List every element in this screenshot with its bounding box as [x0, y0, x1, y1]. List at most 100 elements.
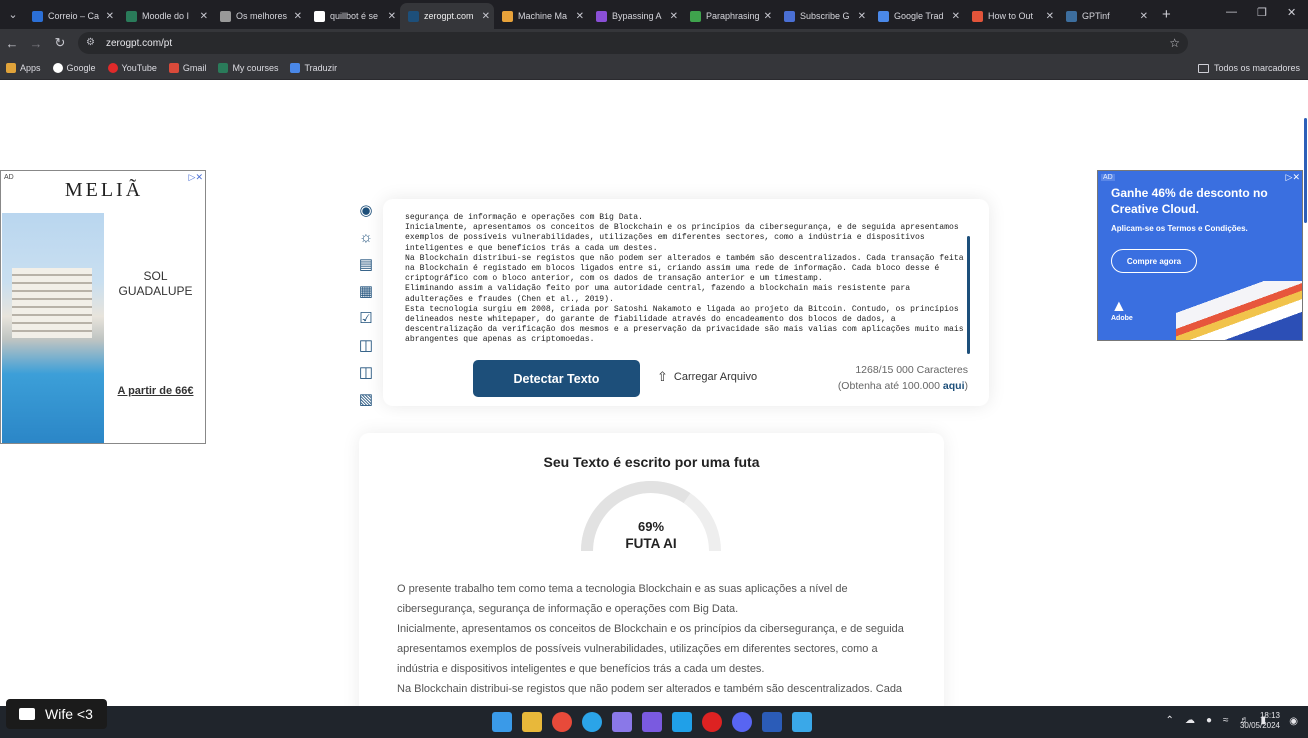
tab-close-icon[interactable]: ✕ — [1140, 11, 1148, 22]
browser-tab[interactable]: Paraphrasing ✕ — [682, 3, 776, 29]
back-icon[interactable]: ← — [0, 36, 24, 51]
tab-favicon-icon — [878, 10, 889, 22]
teams-icon[interactable] — [642, 712, 662, 732]
all-bookmarks[interactable]: Todos os marcadores — [1197, 63, 1300, 73]
forward-icon[interactable]: → — [24, 36, 48, 51]
bookmark-google[interactable]: Google — [52, 63, 96, 73]
tab-close-icon[interactable]: ✕ — [294, 11, 302, 22]
chat-notification[interactable]: Wife <3 — [6, 699, 107, 729]
grammar-icon[interactable]: ▧ — [356, 389, 376, 409]
tab-close-icon[interactable]: ✕ — [764, 11, 772, 22]
tab-close-icon[interactable]: ✕ — [858, 11, 866, 22]
browser-tab[interactable]: Machine Ma ✕ — [494, 3, 588, 29]
browser-tab[interactable]: Bypassing A ✕ — [588, 3, 682, 29]
tab-list: Correio – Ca ✕ Moodle do I ✕ Os melhores ✕ qui… — [24, 0, 1152, 29]
result-highlighted-text: O presente trabalho tem como tema a tecn… — [397, 579, 917, 699]
tab-label: Subscribe G — [800, 11, 850, 21]
clock[interactable]: 18:13 30/05/2024 — [1240, 711, 1280, 731]
tab-strip: ⌄ Correio – Ca ✕ Moodle do I ✕ Os melhores ✕ q… — [0, 0, 1308, 29]
reload-icon[interactable]: ↻ — [48, 35, 72, 51]
editor-scrollbar[interactable] — [967, 236, 970, 354]
taskbar-apps — [492, 712, 822, 732]
chevron-up-icon[interactable]: ⌃ — [1166, 715, 1174, 726]
chrome-icon[interactable] — [552, 712, 572, 732]
wifi-icon[interactable]: ≈ — [1223, 715, 1229, 726]
ad-banner-left[interactable]: AD ▷✕ MELIÃ SOL GUADALUPE A partir de 66… — [0, 170, 206, 444]
ad-cta-button[interactable]: Compre agora — [1111, 249, 1197, 273]
page-scrollbar[interactable] — [1304, 118, 1307, 223]
ad-price-link[interactable]: A partir de 66€ — [104, 385, 207, 397]
tab-favicon-icon — [126, 10, 137, 22]
browser-tab[interactable]: quillbot é se ✕ — [306, 3, 400, 29]
bookmark-traduzir[interactable]: Traduzir — [290, 63, 337, 73]
browser-tab[interactable]: Moodle do I ✕ — [118, 3, 212, 29]
translate-icon[interactable]: ◫ — [356, 335, 376, 355]
result-paragraph: Inicialmente, apresentamos os conceitos … — [397, 623, 904, 675]
close-window-icon[interactable]: ✕ — [1287, 6, 1296, 19]
apps-grid-icon — [6, 63, 16, 73]
discord-icon[interactable] — [732, 712, 752, 732]
bookmark-apps[interactable]: Apps — [6, 63, 41, 73]
tab-label: Moodle do I — [142, 11, 190, 21]
tab-close-icon[interactable]: ✕ — [200, 11, 208, 22]
browser-tab[interactable]: Google Trad ✕ — [870, 3, 964, 29]
upload-file-button[interactable]: ⇧ Carregar Arquivo — [657, 369, 757, 385]
notification-bell-icon[interactable]: ◉ — [1289, 716, 1298, 727]
word-icon[interactable] — [762, 712, 782, 732]
bookmark-my-courses[interactable]: My courses — [218, 63, 278, 73]
word-count-icon[interactable]: ◫ — [356, 362, 376, 382]
browser-tab[interactable]: Os melhores ✕ — [212, 3, 306, 29]
tab-label: quillbot é se — [330, 11, 379, 21]
hotel-photo — [2, 213, 104, 443]
tab-close-icon[interactable]: ✕ — [106, 11, 114, 22]
summarize-icon[interactable]: ▦ — [356, 281, 376, 301]
upgrade-link[interactable]: aqui — [943, 380, 965, 392]
tab-search-icon[interactable]: ⌄ — [2, 4, 24, 26]
bookmark-star-icon[interactable]: ☆ — [1169, 36, 1180, 50]
ad-hotel-name: SOL GUADALUPE — [118, 269, 193, 298]
browser-tab[interactable]: zerogpt.com ✕ — [400, 3, 494, 29]
tab-close-icon[interactable]: ✕ — [952, 11, 960, 22]
tab-close-icon[interactable]: ✕ — [670, 11, 678, 22]
browser-tab[interactable]: How to Out ✕ — [964, 3, 1058, 29]
tab-favicon-icon — [408, 10, 419, 22]
bookmark-gmail[interactable]: Gmail — [168, 63, 206, 73]
url-text[interactable]: zerogpt.com/pt — [106, 38, 172, 49]
tab-close-icon[interactable]: ✕ — [482, 11, 490, 22]
address-bar[interactable]: ⚙ zerogpt.com/pt ☆ — [78, 32, 1188, 54]
copilot-icon[interactable] — [672, 712, 692, 732]
browser-tab[interactable]: Subscribe G ✕ — [776, 3, 870, 29]
ad-close-icon[interactable]: ▷✕ — [1286, 172, 1300, 183]
text-input-area[interactable]: segurança de informação e operações com … — [405, 213, 965, 349]
bookmark-youtube[interactable]: YouTube — [107, 63, 157, 73]
file-explorer-icon[interactable] — [522, 712, 542, 732]
edge-icon[interactable] — [582, 712, 602, 732]
tab-label: Paraphrasing — [706, 11, 760, 21]
ai-chat-icon[interactable]: ☼ — [356, 227, 376, 247]
minimize-icon[interactable]: — — [1226, 6, 1237, 18]
tab-favicon-icon — [1066, 10, 1077, 22]
checklist-icon[interactable]: ☑ — [356, 308, 376, 328]
onedrive-icon[interactable]: ☁ — [1185, 715, 1195, 726]
tab-close-icon[interactable]: ✕ — [388, 11, 396, 22]
microphone-icon[interactable]: ● — [1206, 715, 1212, 726]
notepad-icon[interactable] — [792, 712, 812, 732]
tab-close-icon[interactable]: ✕ — [1046, 11, 1054, 22]
browser-tab[interactable]: Correio – Ca ✕ — [24, 3, 118, 29]
detect-text-button[interactable]: Detectar Texto — [473, 360, 640, 397]
ad-banner-right[interactable]: AD ▷✕ Ganhe 46% de desconto no Creative … — [1097, 170, 1303, 341]
tab-close-icon[interactable]: ✕ — [576, 11, 584, 22]
document-icon[interactable]: ▤ — [356, 254, 376, 274]
new-tab-button[interactable]: + — [1162, 6, 1171, 23]
folder-icon — [1197, 63, 1209, 73]
start-icon[interactable] — [492, 712, 512, 732]
ad-illustration — [1176, 281, 1302, 340]
site-info-icon[interactable]: ⚙ — [86, 37, 98, 49]
restore-icon[interactable]: ❐ — [1257, 6, 1267, 19]
tab-label: How to Out — [988, 11, 1034, 21]
brain-icon[interactable]: ◉ — [356, 200, 376, 220]
tool-sidebar: ◉ ☼ ▤ ▦ ☑ ◫ ◫ ▧ — [356, 200, 378, 416]
opera-icon[interactable] — [702, 712, 722, 732]
game-icon[interactable] — [612, 712, 632, 732]
browser-tab[interactable]: GPTinf ✕ — [1058, 3, 1152, 29]
